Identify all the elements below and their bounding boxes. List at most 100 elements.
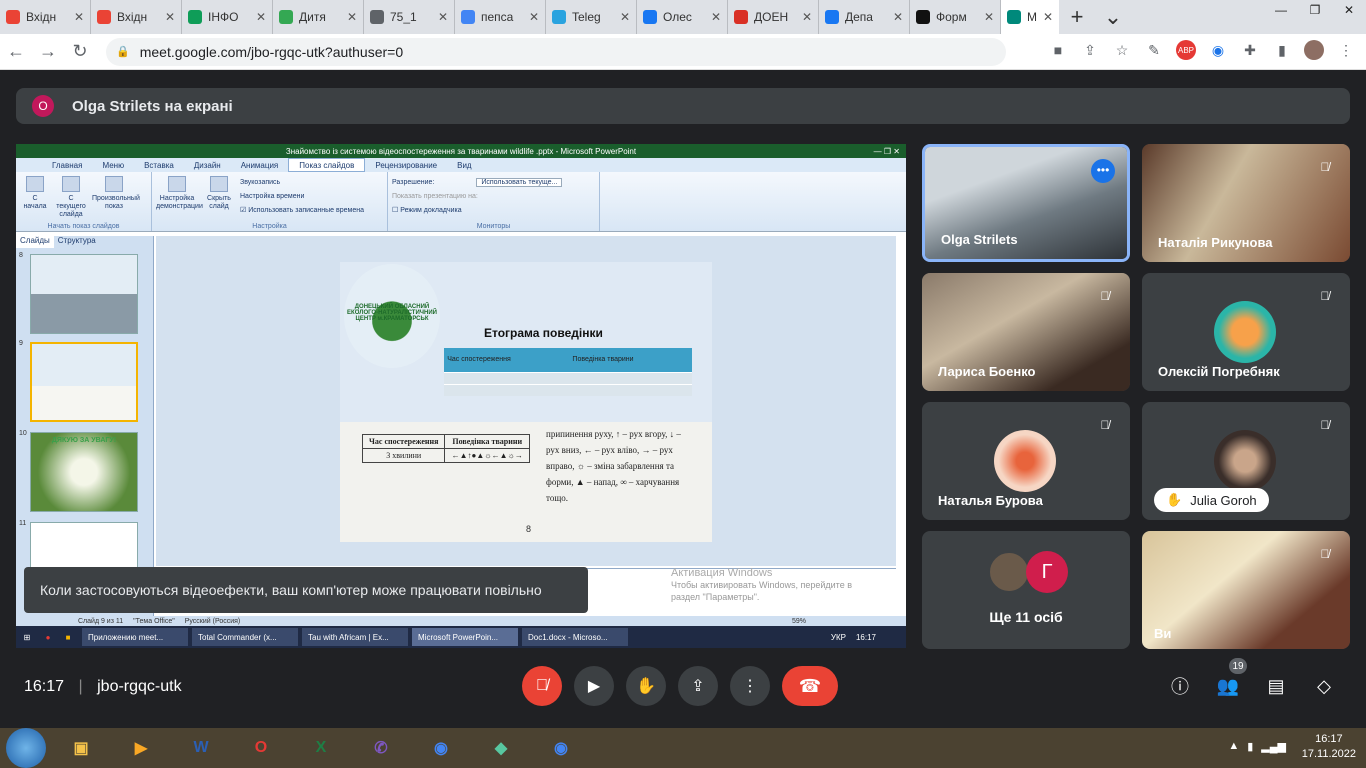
activities-icon[interactable]: ◇ xyxy=(1312,674,1336,698)
media-player-icon[interactable]: ▶ xyxy=(116,729,166,767)
participant-tile[interactable]: 🎙̸ ✋ Julia Goroh xyxy=(1142,402,1350,520)
custom-show-button[interactable]: Произвольный показ xyxy=(92,176,140,227)
system-clock[interactable]: 16:17 17.11.2022 xyxy=(1302,732,1356,762)
blue-circle-extension-icon[interactable]: ◉ xyxy=(1208,40,1228,60)
maximize-icon[interactable]: ❐ xyxy=(1298,0,1332,20)
browser-tab[interactable]: Вхідн ✕ xyxy=(0,0,91,34)
hide-slide-button[interactable]: Скрыть слайд xyxy=(204,176,234,227)
start-button[interactable] xyxy=(6,728,46,768)
tray-arrow-icon[interactable]: ▲ xyxy=(1228,740,1239,753)
tab-close-icon[interactable]: ✕ xyxy=(711,10,721,24)
forward-icon[interactable]: → xyxy=(32,41,64,62)
browser-tab[interactable]: Форм ✕ xyxy=(910,0,1001,34)
explorer-icon[interactable]: ▣ xyxy=(56,729,106,767)
browser-tab[interactable]: Дитя ✕ xyxy=(273,0,364,34)
from-current-button[interactable]: С текущего слайда xyxy=(56,176,86,227)
tab-close-icon[interactable]: ✕ xyxy=(74,10,84,24)
presenter-view-checkbox[interactable]: ☐ Режим докладчика xyxy=(392,204,592,218)
more-options-button[interactable]: ⋮ xyxy=(730,666,770,706)
resolution-select[interactable]: Использовать текуще... xyxy=(476,178,563,187)
browser-tab[interactable]: Teleg ✕ xyxy=(546,0,637,34)
tab-close-icon[interactable]: ✕ xyxy=(256,10,266,24)
tab-close-icon[interactable]: ✕ xyxy=(165,10,175,24)
back-icon[interactable]: ← xyxy=(0,41,32,62)
remote-task-item[interactable]: Doc1.docx - Microso... xyxy=(522,628,628,646)
remote-opera-icon[interactable]: ● xyxy=(38,633,58,642)
browser-tab[interactable]: ІНФО ✕ xyxy=(182,0,273,34)
more-participants-tile[interactable]: Г Ще 11 осіб xyxy=(922,531,1130,649)
slide-thumbnail-8[interactable] xyxy=(30,254,138,334)
tab-close-icon[interactable]: ✕ xyxy=(620,10,630,24)
pp-menu-home[interactable]: Главная xyxy=(42,161,92,170)
adblock-icon[interactable]: ABP xyxy=(1176,40,1196,60)
remote-task-item[interactable]: Tau with Africam | Ex... xyxy=(302,628,408,646)
share-icon[interactable]: ⇪ xyxy=(1080,40,1100,60)
tab-close-icon[interactable]: ✕ xyxy=(984,10,994,24)
slide-thumbnail-9[interactable] xyxy=(30,342,138,422)
pp-menu-slideshow[interactable]: Показ слайдов xyxy=(288,158,366,172)
remote-task-item[interactable]: Microsoft PowerPoin... xyxy=(412,628,518,646)
more-options-icon[interactable]: ••• xyxy=(1091,159,1115,183)
profile-avatar[interactable] xyxy=(1304,40,1324,60)
rehearse-timings[interactable]: Настройка времени xyxy=(240,190,364,204)
close-icon[interactable]: ✕ xyxy=(1332,0,1366,20)
browser-tab[interactable]: Вхідн ✕ xyxy=(91,0,182,34)
use-timings-checkbox[interactable]: ☑ Использовать записанные времена xyxy=(240,204,364,218)
tab-close-icon[interactable]: ✕ xyxy=(347,10,357,24)
chrome-icon[interactable]: ◉ xyxy=(416,729,466,767)
browser-tab[interactable]: пепса ✕ xyxy=(455,0,546,34)
participant-tile[interactable]: 🎙̸ Наталія Рикунова xyxy=(1142,144,1350,262)
current-slide[interactable]: ДОНЕЦЬКИЙ ОБЛАСНИЙ ЕКОЛОГО-НАТУРАЛІСТИЧН… xyxy=(340,262,712,542)
pp-menu-view[interactable]: Вид xyxy=(447,161,481,170)
filmora-icon[interactable]: ◆ xyxy=(476,729,526,767)
pp-menu-animation[interactable]: Анимация xyxy=(231,161,289,170)
record-narration[interactable]: Звукозапись xyxy=(240,176,364,190)
camera-toggle-button[interactable]: ▶ xyxy=(574,666,614,706)
minimize-icon[interactable]: — xyxy=(1264,0,1298,20)
from-start-button[interactable]: С начала xyxy=(20,176,50,227)
present-button[interactable]: ⇪ xyxy=(678,666,718,706)
mic-toggle-button[interactable]: 🎙̸ xyxy=(522,666,562,706)
sidepanel-icon[interactable]: ▮ xyxy=(1272,40,1292,60)
participant-tile[interactable]: 🎙̸ Лариса Боенко xyxy=(922,273,1130,391)
pp-menu-insert[interactable]: Вставка xyxy=(134,161,184,170)
browser-tab[interactable]: ДОЕН ✕ xyxy=(728,0,819,34)
tab-outline[interactable]: Структура xyxy=(54,236,100,248)
new-tab-button[interactable]: + xyxy=(1059,0,1095,34)
tab-close-icon[interactable]: ✕ xyxy=(802,10,812,24)
leave-call-button[interactable]: ☎ xyxy=(782,666,838,706)
network-icon[interactable]: ▮ xyxy=(1247,740,1253,753)
setup-show-button[interactable]: Настройка демонстрации xyxy=(156,176,203,227)
remote-task-item[interactable]: Приложению meet... xyxy=(82,628,188,646)
chat-icon[interactable]: ▤ xyxy=(1264,674,1288,698)
pp-menu-menu[interactable]: Меню xyxy=(92,161,134,170)
remote-folder-icon[interactable]: ■ xyxy=(58,633,78,642)
reload-icon[interactable]: ↻ xyxy=(64,41,96,62)
pp-menu-review[interactable]: Рецензирование xyxy=(365,161,447,170)
tab-search-button[interactable]: ⌄ xyxy=(1095,0,1131,34)
excel-icon[interactable]: X xyxy=(296,729,346,767)
browser-tab[interactable]: Депа ✕ xyxy=(819,0,910,34)
tab-close-icon[interactable]: ✕ xyxy=(893,10,903,24)
chrome-profile-icon[interactable]: ◉ xyxy=(536,729,586,767)
camera-blocked-icon[interactable]: ■ xyxy=(1048,40,1068,60)
url-field[interactable]: 🔒 meet.google.com/jbo-rgqc-utk?authuser=… xyxy=(106,37,1006,66)
puzzle-extensions-icon[interactable]: ✚ xyxy=(1240,40,1260,60)
viber-icon[interactable]: ✆ xyxy=(356,729,406,767)
slide-thumbnail-10[interactable]: ДЯКУЮ ЗА УВАГУ! xyxy=(30,432,138,512)
participant-tile[interactable]: 🎙̸ Наталья Бурова xyxy=(922,402,1130,520)
bookmark-star-icon[interactable]: ☆ xyxy=(1112,40,1132,60)
browser-tab[interactable]: 75_1 ✕ xyxy=(364,0,455,34)
tab-close-icon[interactable]: ✕ xyxy=(438,10,448,24)
opera-icon[interactable]: O xyxy=(236,729,286,767)
signal-icon[interactable]: ▂▄▆ xyxy=(1261,740,1286,753)
browser-tab[interactable]: М ✕ xyxy=(1001,0,1059,34)
word-icon[interactable]: W xyxy=(176,729,226,767)
tab-slides[interactable]: Слайды xyxy=(16,236,54,248)
remote-task-item[interactable]: Total Commander (x... xyxy=(192,628,298,646)
participant-tile[interactable]: ••• Olga Strilets xyxy=(922,144,1130,262)
info-icon[interactable]: ⓘ xyxy=(1168,674,1192,698)
tab-close-icon[interactable]: ✕ xyxy=(529,10,539,24)
pp-menu-design[interactable]: Дизайн xyxy=(184,161,231,170)
people-icon[interactable]: 👥 xyxy=(1216,674,1240,698)
